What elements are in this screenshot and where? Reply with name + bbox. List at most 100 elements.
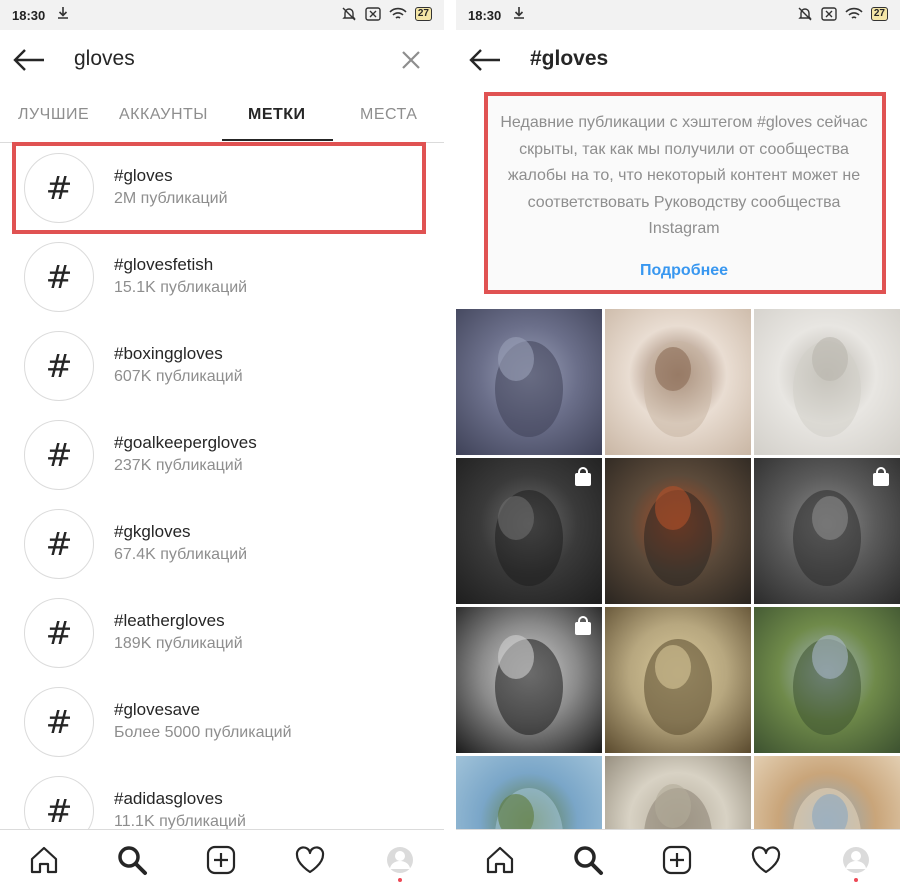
- tab-accounts[interactable]: АККАУНТЫ: [119, 106, 208, 124]
- hashtag-name: #boxinggloves: [114, 344, 223, 363]
- photo-thumbnail-woman-gloves[interactable]: [605, 309, 751, 455]
- hashtag-result-row[interactable]: # #leathergloves 189K публикаций: [0, 588, 444, 677]
- clear-search-icon[interactable]: [400, 49, 422, 71]
- home-icon[interactable]: [28, 844, 60, 876]
- hashtag-name: #glovesfetish: [114, 255, 214, 274]
- photo-thumbnail-white-glove[interactable]: [754, 309, 900, 455]
- status-bar: 18:30 27: [0, 0, 444, 30]
- search-icon[interactable]: [116, 844, 148, 876]
- hashtag-icon: #: [24, 687, 94, 757]
- battery-indicator: 27: [414, 7, 432, 21]
- hashtag-name: #glovesave: [114, 700, 201, 719]
- notification-dot: [854, 878, 858, 882]
- photo-grid: [456, 309, 900, 829]
- search-icon[interactable]: [572, 844, 604, 876]
- photo-thumbnail-leather-gloves-bike[interactable]: [605, 458, 751, 604]
- photo-thumbnail-knitted-glove[interactable]: [456, 309, 602, 455]
- hashtag-name: #adidasgloves: [114, 789, 223, 808]
- new-post-icon[interactable]: [661, 844, 693, 876]
- home-icon[interactable]: [484, 844, 516, 876]
- hashtag-name: #goalkeepergloves: [114, 433, 257, 452]
- hidden-posts-notice: Недавние публикации с хэштегом #gloves с…: [484, 92, 884, 292]
- back-arrow-icon[interactable]: [468, 47, 502, 73]
- hashtag-result-row[interactable]: # #glovesfetish 15.1K публикаций: [0, 232, 444, 321]
- photo-thumbnail-work-gloves[interactable]: [605, 756, 751, 829]
- photo-content: [644, 486, 712, 586]
- photo-content: [644, 341, 712, 437]
- shopping-bag-icon: [575, 467, 591, 486]
- mute-icon: [342, 7, 356, 21]
- search-tabs: ЛУЧШИЕ АККАУНТЫ МЕТКИ МЕСТА: [0, 90, 444, 143]
- photo-thumbnail-woman-blue-gloves[interactable]: [754, 607, 900, 753]
- photo-thumbnail-woman-mask[interactable]: [605, 607, 751, 753]
- download-icon: [58, 7, 68, 19]
- photo-content: [495, 337, 563, 437]
- hashtag-post-count: Более 5000 публикаций: [114, 724, 292, 741]
- shopping-bag-icon: [873, 467, 889, 486]
- battery-indicator: 27: [870, 7, 888, 21]
- hashtag-post-count: 607K публикаций: [114, 368, 243, 385]
- photo-content: [644, 639, 712, 735]
- back-arrow-icon[interactable]: [12, 47, 46, 73]
- hashtag-name: #leathergloves: [114, 611, 225, 630]
- activity-icon[interactable]: [750, 844, 782, 876]
- notice-text: Недавние публикации с хэштегом #gloves с…: [500, 114, 868, 237]
- photo-thumbnail-landscape[interactable]: [456, 756, 602, 829]
- status-time: 18:30: [12, 8, 46, 23]
- tab-top[interactable]: ЛУЧШИЕ: [18, 106, 89, 124]
- notification-dot: [398, 878, 402, 882]
- hashtag-name: #gkgloves: [114, 522, 191, 541]
- new-post-icon[interactable]: [205, 844, 237, 876]
- hashtag-result-row[interactable]: # #goalkeepergloves 237K публикаций: [0, 410, 444, 499]
- photo-content: [793, 788, 861, 829]
- photo-thumbnail-woman-face-mask[interactable]: [754, 756, 900, 829]
- hashtag-result-row[interactable]: # #boxinggloves 607K публикаций: [0, 321, 444, 410]
- status-bar: 18:30 27: [456, 0, 900, 30]
- hashtag-post-count: 237K публикаций: [114, 457, 243, 474]
- right-screen: 18:30 27 #gloves Недавние публикации с х…: [456, 0, 900, 889]
- photo-content: [644, 784, 712, 829]
- hashtag-post-count: 189K публикаций: [114, 635, 243, 652]
- shopping-bag-icon: [575, 616, 591, 635]
- hashtag-result-row[interactable]: # #gloves 2M публикаций: [0, 143, 444, 232]
- wifi-icon: [845, 7, 863, 19]
- hashtag-icon: #: [24, 153, 94, 223]
- left-screen: 18:30 27 gloves ЛУЧШИЕ АККАУНТЫ МЕТКИ МЕ…: [0, 0, 444, 889]
- status-time: 18:30: [468, 8, 502, 23]
- search-input[interactable]: gloves: [74, 47, 135, 71]
- page-title: #gloves: [530, 47, 609, 70]
- hashtag-name: #gloves: [114, 166, 173, 185]
- photo-thumbnail-moto-rider[interactable]: [456, 458, 602, 604]
- active-tab-indicator: [222, 139, 333, 141]
- hashtag-post-count: 2M публикаций: [114, 190, 228, 207]
- hashtag-icon: #: [24, 509, 94, 579]
- status-icons: 27: [797, 6, 888, 22]
- hashtag-result-row[interactable]: # #glovesave Более 5000 публикаций: [0, 677, 444, 766]
- hashtag-header: #gloves: [456, 30, 900, 90]
- profile-icon[interactable]: [840, 844, 872, 876]
- hashtag-icon: #: [24, 420, 94, 490]
- download-icon: [514, 7, 524, 19]
- photo-content: [793, 337, 861, 437]
- bottom-nav: [0, 829, 444, 889]
- hashtag-icon: #: [24, 242, 94, 312]
- activity-icon[interactable]: [294, 844, 326, 876]
- photo-content: [495, 788, 563, 829]
- bottom-nav: [456, 829, 900, 889]
- photo-content: [793, 635, 861, 735]
- sim-off-icon: [821, 7, 837, 21]
- search-header: gloves: [0, 30, 444, 90]
- hashtag-result-row[interactable]: # #gkgloves 67.4K публикаций: [0, 499, 444, 588]
- photo-thumbnail-black-glove[interactable]: [754, 458, 900, 604]
- hashtag-icon: #: [24, 331, 94, 401]
- hashtag-post-count: 67.4K публикаций: [114, 546, 248, 563]
- photo-thumbnail-goalkeeper-man[interactable]: [456, 607, 602, 753]
- tab-tags[interactable]: МЕТКИ: [248, 106, 306, 124]
- hashtag-icon: #: [24, 598, 94, 668]
- screen-divider: [444, 0, 456, 889]
- tab-places[interactable]: МЕСТА: [360, 106, 417, 124]
- learn-more-link[interactable]: Подробнее: [484, 262, 884, 280]
- profile-icon[interactable]: [384, 844, 416, 876]
- status-icons: 27: [341, 6, 432, 22]
- mute-icon: [798, 7, 812, 21]
